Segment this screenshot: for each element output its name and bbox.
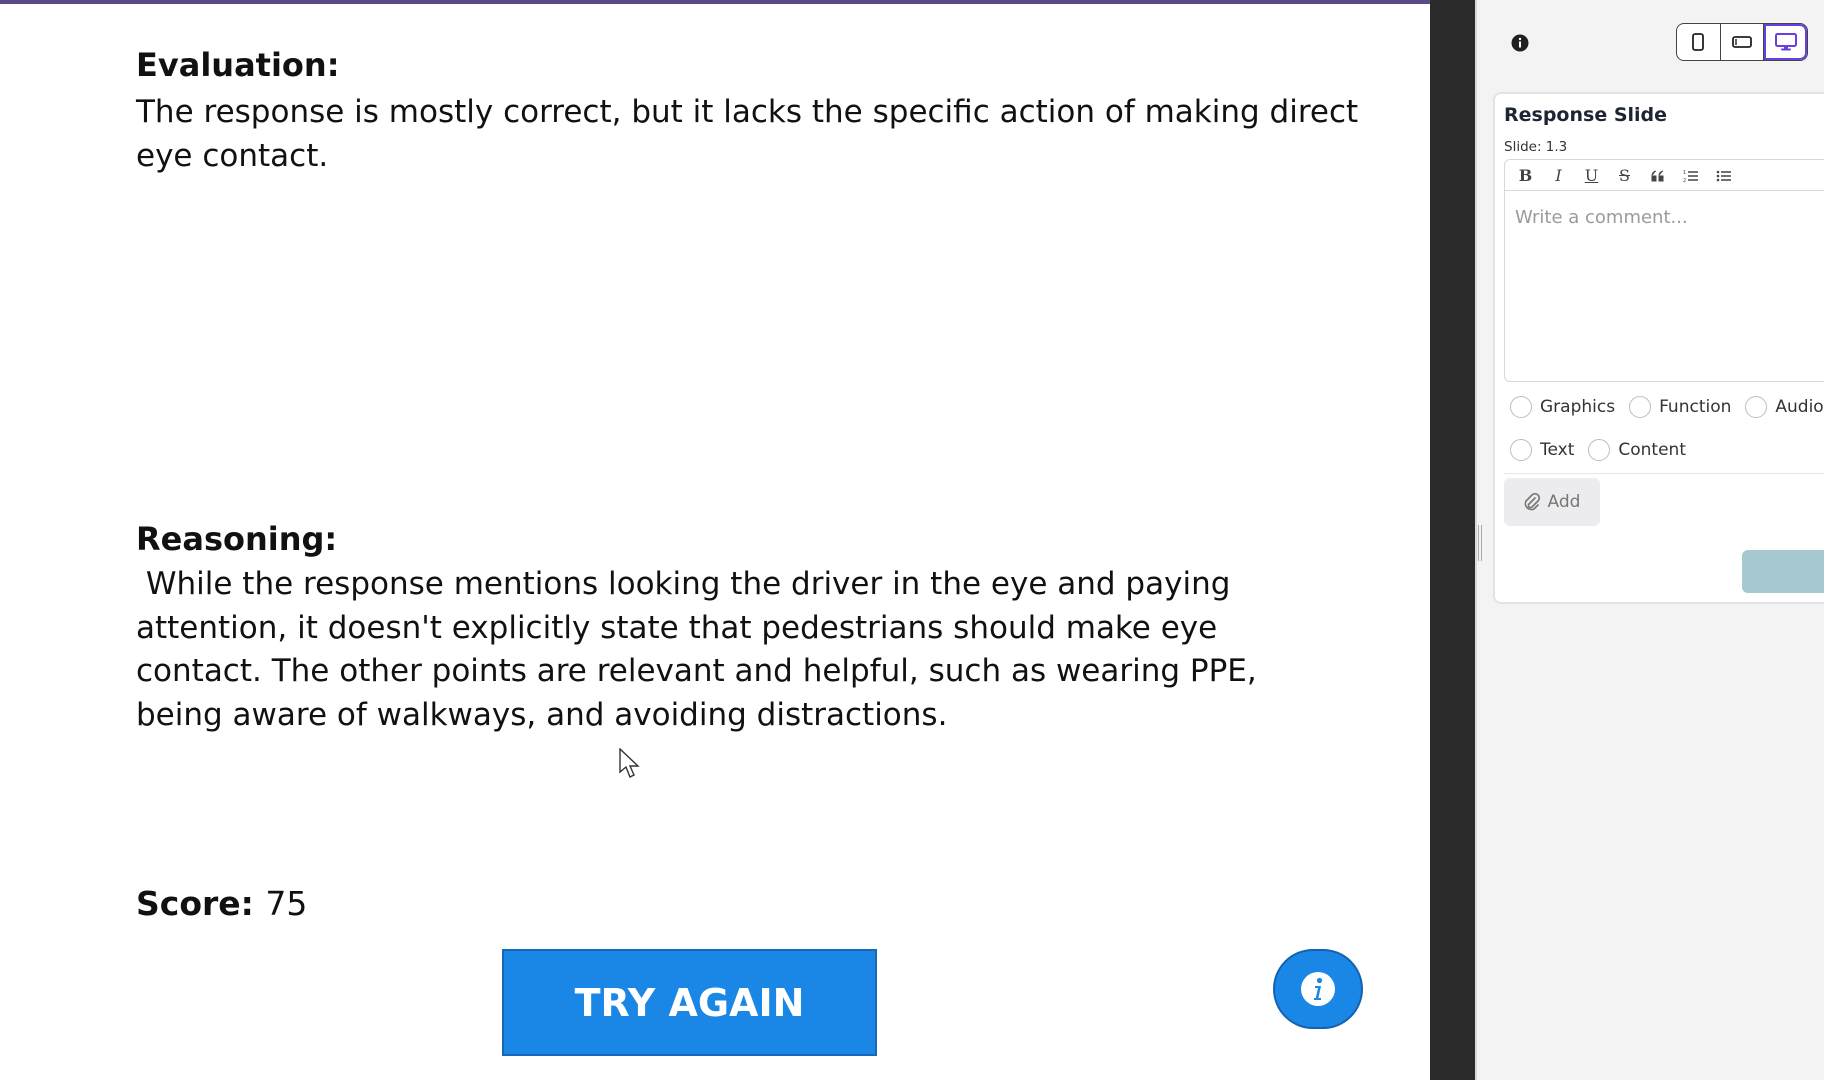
audio-checkbox[interactable] bbox=[1745, 396, 1768, 418]
mouse-cursor-icon bbox=[619, 748, 640, 778]
try-again-button[interactable]: TRY AGAIN bbox=[502, 949, 877, 1056]
phone-icon bbox=[1692, 33, 1705, 51]
graphics-checkbox[interactable] bbox=[1510, 396, 1532, 418]
text-checkbox[interactable] bbox=[1510, 439, 1532, 461]
bold-button[interactable]: B bbox=[1511, 163, 1540, 189]
section-divider bbox=[1504, 473, 1824, 474]
device-desktop-button[interactable] bbox=[1764, 24, 1807, 60]
paperclip-icon bbox=[1524, 493, 1540, 511]
info-button[interactable] bbox=[1273, 949, 1363, 1029]
category-graphics[interactable]: Graphics bbox=[1510, 396, 1615, 418]
add-attachment-button[interactable]: Add bbox=[1504, 478, 1600, 526]
function-label: Function bbox=[1659, 397, 1732, 417]
device-preview-toggle bbox=[1676, 23, 1808, 61]
bullet-list-button[interactable] bbox=[1709, 163, 1738, 189]
category-audio[interactable]: Audio bbox=[1745, 396, 1824, 418]
evaluation-heading: Evaluation: bbox=[136, 46, 340, 84]
strikethrough-button[interactable]: S bbox=[1610, 163, 1639, 189]
category-row-1: Graphics Function Audio bbox=[1510, 396, 1824, 418]
bullet-list-icon bbox=[1716, 170, 1731, 181]
desktop-icon bbox=[1774, 33, 1797, 51]
graphics-label: Graphics bbox=[1540, 397, 1616, 417]
score-line: Score: 75 bbox=[136, 884, 307, 923]
format-toolbar: B I U S 1 2 bbox=[1504, 159, 1824, 191]
evaluation-text: The response is mostly correct, but it l… bbox=[136, 94, 1359, 174]
add-label: Add bbox=[1547, 492, 1581, 512]
tablet-icon bbox=[1732, 36, 1752, 48]
ordered-list-icon: 1 2 bbox=[1683, 170, 1698, 183]
comment-input[interactable]: Write a comment... bbox=[1504, 190, 1824, 382]
svg-text:2: 2 bbox=[1683, 178, 1686, 183]
text-label: Text bbox=[1540, 440, 1575, 460]
content-checkbox[interactable] bbox=[1588, 439, 1611, 461]
reasoning-text: While the response mentions looking the … bbox=[136, 566, 1267, 733]
panel-divider bbox=[1430, 0, 1475, 1080]
category-row-2: Text Content bbox=[1510, 439, 1692, 461]
submit-comment-button[interactable] bbox=[1742, 550, 1824, 593]
ordered-list-button[interactable]: 1 2 bbox=[1676, 163, 1705, 189]
category-content[interactable]: Content bbox=[1588, 439, 1686, 461]
quote-icon bbox=[1651, 170, 1663, 181]
info-icon bbox=[1301, 972, 1335, 1006]
audio-label: Audio bbox=[1775, 397, 1824, 417]
card-title: Response Slide bbox=[1504, 104, 1668, 126]
italic-button[interactable]: I bbox=[1544, 163, 1573, 189]
quote-button[interactable] bbox=[1643, 163, 1672, 189]
underline-button[interactable]: U bbox=[1577, 163, 1606, 189]
info-circle-icon[interactable] bbox=[1511, 34, 1529, 52]
content-label: Content bbox=[1618, 440, 1687, 460]
device-tablet-button[interactable] bbox=[1721, 24, 1765, 60]
function-checkbox[interactable] bbox=[1629, 396, 1652, 418]
device-phone-button[interactable] bbox=[1677, 24, 1721, 60]
score-value: 75 bbox=[265, 884, 308, 923]
category-text[interactable]: Text bbox=[1510, 439, 1574, 461]
reasoning-heading: Reasoning: bbox=[136, 520, 338, 558]
resize-handle[interactable] bbox=[1478, 525, 1482, 561]
score-label: Score: bbox=[136, 884, 254, 923]
category-function[interactable]: Function bbox=[1629, 396, 1731, 418]
card-subtitle: Slide: 1.3 bbox=[1504, 139, 1568, 155]
svg-text:1: 1 bbox=[1683, 170, 1686, 176]
